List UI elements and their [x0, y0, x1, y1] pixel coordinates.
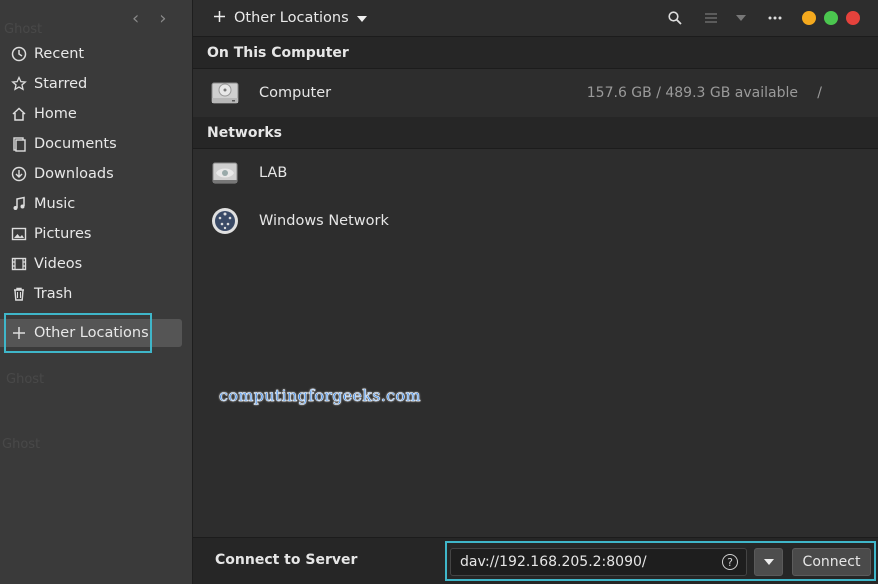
sidebar-item-label: Videos — [34, 256, 83, 272]
sidebar: Ghost ‹ › Recent Starred Home Documents … — [0, 0, 193, 584]
close-button[interactable] — [846, 11, 860, 25]
sidebar-item-label: Documents — [34, 136, 117, 152]
location-row-windows-network[interactable]: Windows Network — [193, 197, 878, 245]
location-row-lab[interactable]: LAB — [193, 149, 878, 197]
highlight-box — [4, 313, 152, 353]
view-options-chevron-icon[interactable] — [730, 15, 752, 21]
chevron-down-icon — [356, 10, 367, 26]
pictures-icon — [10, 225, 28, 243]
highlight-box — [445, 541, 876, 581]
location-name: LAB — [259, 165, 288, 181]
home-icon — [10, 105, 28, 123]
sidebar-item-label: Trash — [34, 286, 73, 302]
path-button[interactable]: Other Locations — [213, 10, 367, 27]
location-name: Computer — [259, 85, 332, 101]
forward-icon[interactable]: › — [159, 8, 166, 29]
sidebar-item-starred[interactable]: Starred — [0, 70, 192, 98]
sidebar-item-documents[interactable]: Documents — [0, 130, 192, 158]
maximize-button[interactable] — [824, 11, 838, 25]
sidebar-item-pictures[interactable]: Pictures — [0, 220, 192, 248]
mount-point: / — [817, 85, 822, 101]
sidebar-item-label: Home — [34, 106, 77, 122]
trash-icon — [10, 285, 28, 303]
section-header-networks: Networks — [193, 117, 878, 149]
nav-arrows: ‹ › — [132, 8, 166, 29]
main-panel: Other Locations On This Computer Compute… — [193, 0, 878, 584]
sidebar-item-label: Downloads — [34, 166, 114, 182]
music-icon — [10, 195, 28, 213]
path-label: Other Locations — [234, 10, 349, 26]
videos-icon — [10, 255, 28, 273]
search-icon[interactable] — [662, 11, 688, 25]
sidebar-item-home[interactable]: Home — [0, 100, 192, 128]
minimize-button[interactable] — [802, 11, 816, 25]
list-view-icon[interactable] — [698, 13, 724, 23]
section-header-computer: On This Computer — [193, 37, 878, 69]
sidebar-item-videos[interactable]: Videos — [0, 250, 192, 278]
clock-icon — [10, 45, 28, 63]
back-icon[interactable]: ‹ — [132, 8, 139, 29]
documents-icon — [10, 135, 28, 153]
sidebar-item-music[interactable]: Music — [0, 190, 192, 218]
location-name: Windows Network — [259, 213, 389, 229]
sidebar-item-label: Starred — [34, 76, 88, 92]
sidebar-item-trash[interactable]: Trash — [0, 280, 192, 308]
sidebar-item-recent[interactable]: Recent — [0, 40, 192, 68]
sidebar-item-label: Music — [34, 196, 76, 212]
sidebar-item-label: Pictures — [34, 226, 92, 242]
connect-to-server-label: Connect to Server — [215, 552, 358, 568]
plus-icon — [213, 10, 226, 27]
harddisk-icon — [210, 78, 240, 108]
network-server-icon — [210, 158, 240, 188]
watermark: computingforgeeks.com — [219, 386, 421, 406]
sidebar-item-label: Recent — [34, 46, 85, 62]
disk-usage: 157.6 GB / 489.3 GB available — [586, 85, 798, 101]
connect-to-server-bar: Connect to Server dav://192.168.205.2:80… — [193, 537, 878, 584]
header-bar: Other Locations — [193, 0, 878, 37]
sidebar-item-downloads[interactable]: Downloads — [0, 160, 192, 188]
download-icon — [10, 165, 28, 183]
menu-icon[interactable] — [762, 16, 788, 20]
star-icon — [10, 75, 28, 93]
location-row-computer[interactable]: Computer 157.6 GB / 489.3 GB available / — [193, 69, 878, 117]
network-globe-icon — [210, 206, 240, 236]
